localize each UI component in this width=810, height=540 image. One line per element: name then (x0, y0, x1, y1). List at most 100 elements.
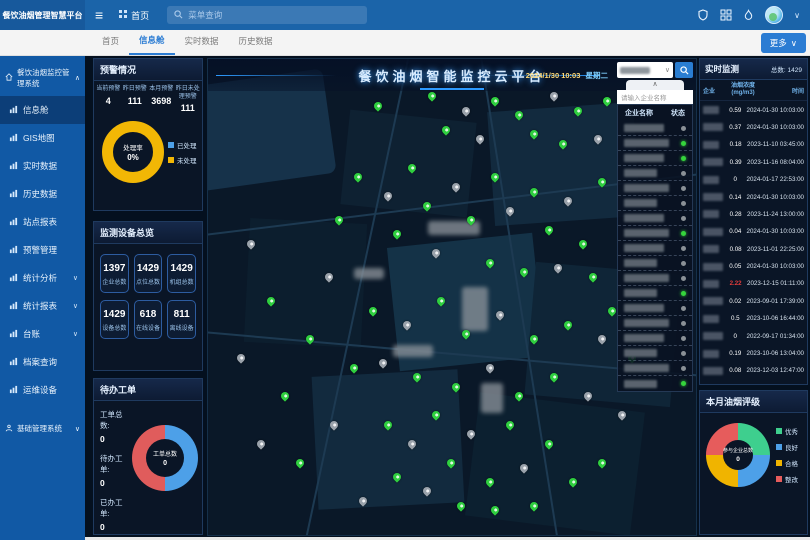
map-pin[interactable] (597, 176, 608, 187)
map-pin[interactable] (484, 257, 495, 268)
map-pin[interactable] (323, 272, 334, 283)
company-list-item[interactable] (618, 301, 692, 316)
map-pin[interactable] (294, 457, 305, 468)
map-pin[interactable] (431, 410, 442, 421)
map-pin[interactable] (421, 200, 432, 211)
map-pin[interactable] (504, 205, 515, 216)
gis-map[interactable]: 餐饮油烟智能监控云平台 2024/1/30 10:03 星期二 ∨ (207, 58, 697, 536)
company-list-item[interactable] (618, 331, 692, 346)
sidebar-item[interactable]: 实时数据 ∨ (0, 152, 85, 180)
map-pin[interactable] (455, 500, 466, 511)
map-pin[interactable] (543, 438, 554, 449)
map-pin[interactable] (577, 238, 588, 249)
map-pin[interactable] (450, 381, 461, 392)
map-pin[interactable] (460, 105, 471, 116)
user-avatar[interactable] (765, 6, 783, 24)
map-pin[interactable] (280, 391, 291, 402)
map-pin[interactable] (460, 329, 471, 340)
map-pin[interactable] (426, 91, 437, 102)
map-pin[interactable] (548, 371, 559, 382)
map-pin[interactable] (548, 91, 559, 102)
page-tab[interactable]: 信息舱 × (129, 28, 175, 55)
map-pin[interactable] (528, 129, 539, 140)
sidebar-item[interactable]: 台账 ∨ (0, 320, 85, 348)
map-pin[interactable] (514, 110, 525, 121)
map-pin[interactable] (392, 229, 403, 240)
company-list-item[interactable] (618, 181, 692, 196)
company-list-item[interactable] (618, 166, 692, 181)
map-pin[interactable] (406, 438, 417, 449)
company-list-item[interactable] (618, 196, 692, 211)
company-list-item[interactable] (618, 211, 692, 226)
map-pin[interactable] (475, 133, 486, 144)
map-pin[interactable] (265, 295, 276, 306)
realtime-row[interactable]: 0.19 2023-10-06 13:04:00 (700, 345, 807, 362)
page-tab[interactable]: 历史数据 × (229, 28, 283, 55)
map-pin[interactable] (484, 362, 495, 373)
map-pin[interactable] (392, 471, 403, 482)
sidebar-bottom-section[interactable]: 基础管理系统 ∨ (0, 416, 85, 441)
map-pin[interactable] (377, 357, 388, 368)
sidebar-item[interactable]: 运维设备 ∨ (0, 376, 85, 404)
map-pin[interactable] (367, 305, 378, 316)
map-pin[interactable] (484, 476, 495, 487)
page-tab[interactable]: 首页 × (92, 28, 129, 55)
map-pin[interactable] (587, 272, 598, 283)
map-pin[interactable] (328, 419, 339, 430)
map-pin[interactable] (616, 410, 627, 421)
company-list-item[interactable] (618, 151, 692, 166)
realtime-row[interactable]: 0.08 2023-11-01 22:25:00 (700, 241, 807, 258)
sidebar-item[interactable]: 站点报表 ∨ (0, 208, 85, 236)
map-pin[interactable] (445, 457, 456, 468)
company-name-input[interactable]: 请输入企业名称 (617, 90, 693, 104)
hamburger-menu-icon[interactable]: ≡ (95, 8, 103, 22)
map-pin[interactable] (563, 319, 574, 330)
map-pin[interactable] (494, 310, 505, 321)
map-pin[interactable] (431, 248, 442, 259)
sidebar-item[interactable]: 档案查询 ∨ (0, 348, 85, 376)
map-pin[interactable] (436, 295, 447, 306)
map-pin[interactable] (572, 105, 583, 116)
map-pin[interactable] (255, 438, 266, 449)
map-pin[interactable] (514, 391, 525, 402)
shield-icon[interactable] (697, 9, 709, 21)
realtime-row[interactable]: 0.59 2024-01-30 10:03:00 (700, 101, 807, 118)
map-pin[interactable] (519, 267, 530, 278)
map-pin[interactable] (382, 419, 393, 430)
map-pin[interactable] (348, 362, 359, 373)
sidebar-item[interactable]: 历史数据 ∨ (0, 180, 85, 208)
apps-icon[interactable] (720, 9, 732, 21)
map-pin[interactable] (236, 352, 247, 363)
company-search-button[interactable] (675, 62, 693, 78)
company-list-item[interactable] (618, 121, 692, 136)
company-list-item[interactable] (618, 376, 692, 391)
realtime-row[interactable]: 0.39 2023-11-16 08:04:00 (700, 154, 807, 171)
company-list-item[interactable] (618, 316, 692, 331)
map-pin[interactable] (358, 495, 369, 506)
realtime-row[interactable]: 0.37 2024-01-30 10:03:00 (700, 119, 807, 136)
map-pin[interactable] (353, 172, 364, 183)
map-pin[interactable] (543, 224, 554, 235)
company-list-item[interactable] (618, 361, 692, 376)
map-pin[interactable] (441, 124, 452, 135)
map-pin[interactable] (528, 500, 539, 511)
company-list-item[interactable] (618, 286, 692, 301)
sidebar-item[interactable]: GIS地图 ∨ (0, 124, 85, 152)
collapse-handle[interactable]: ∧ (626, 80, 684, 90)
more-tabs-button[interactable]: 更多 ∨ (761, 33, 806, 53)
map-pin[interactable] (563, 195, 574, 206)
map-pin[interactable] (489, 505, 500, 516)
user-menu-chevron-icon[interactable]: ∨ (794, 11, 800, 20)
map-pin[interactable] (592, 133, 603, 144)
map-pin[interactable] (402, 319, 413, 330)
map-pin[interactable] (528, 186, 539, 197)
realtime-row[interactable]: 0.18 2023-11-10 03:45:00 (700, 136, 807, 153)
page-tab[interactable]: 实时数据 × (175, 28, 229, 55)
map-pin[interactable] (406, 162, 417, 173)
map-pin[interactable] (597, 333, 608, 344)
menu-search-input[interactable]: 菜单查询 (167, 6, 367, 24)
map-pin[interactable] (421, 486, 432, 497)
sidebar-item[interactable]: 信息舱 ∨ (0, 96, 85, 124)
realtime-row[interactable]: 0.05 2024-01-30 10:03:00 (700, 258, 807, 275)
map-pin[interactable] (519, 462, 530, 473)
